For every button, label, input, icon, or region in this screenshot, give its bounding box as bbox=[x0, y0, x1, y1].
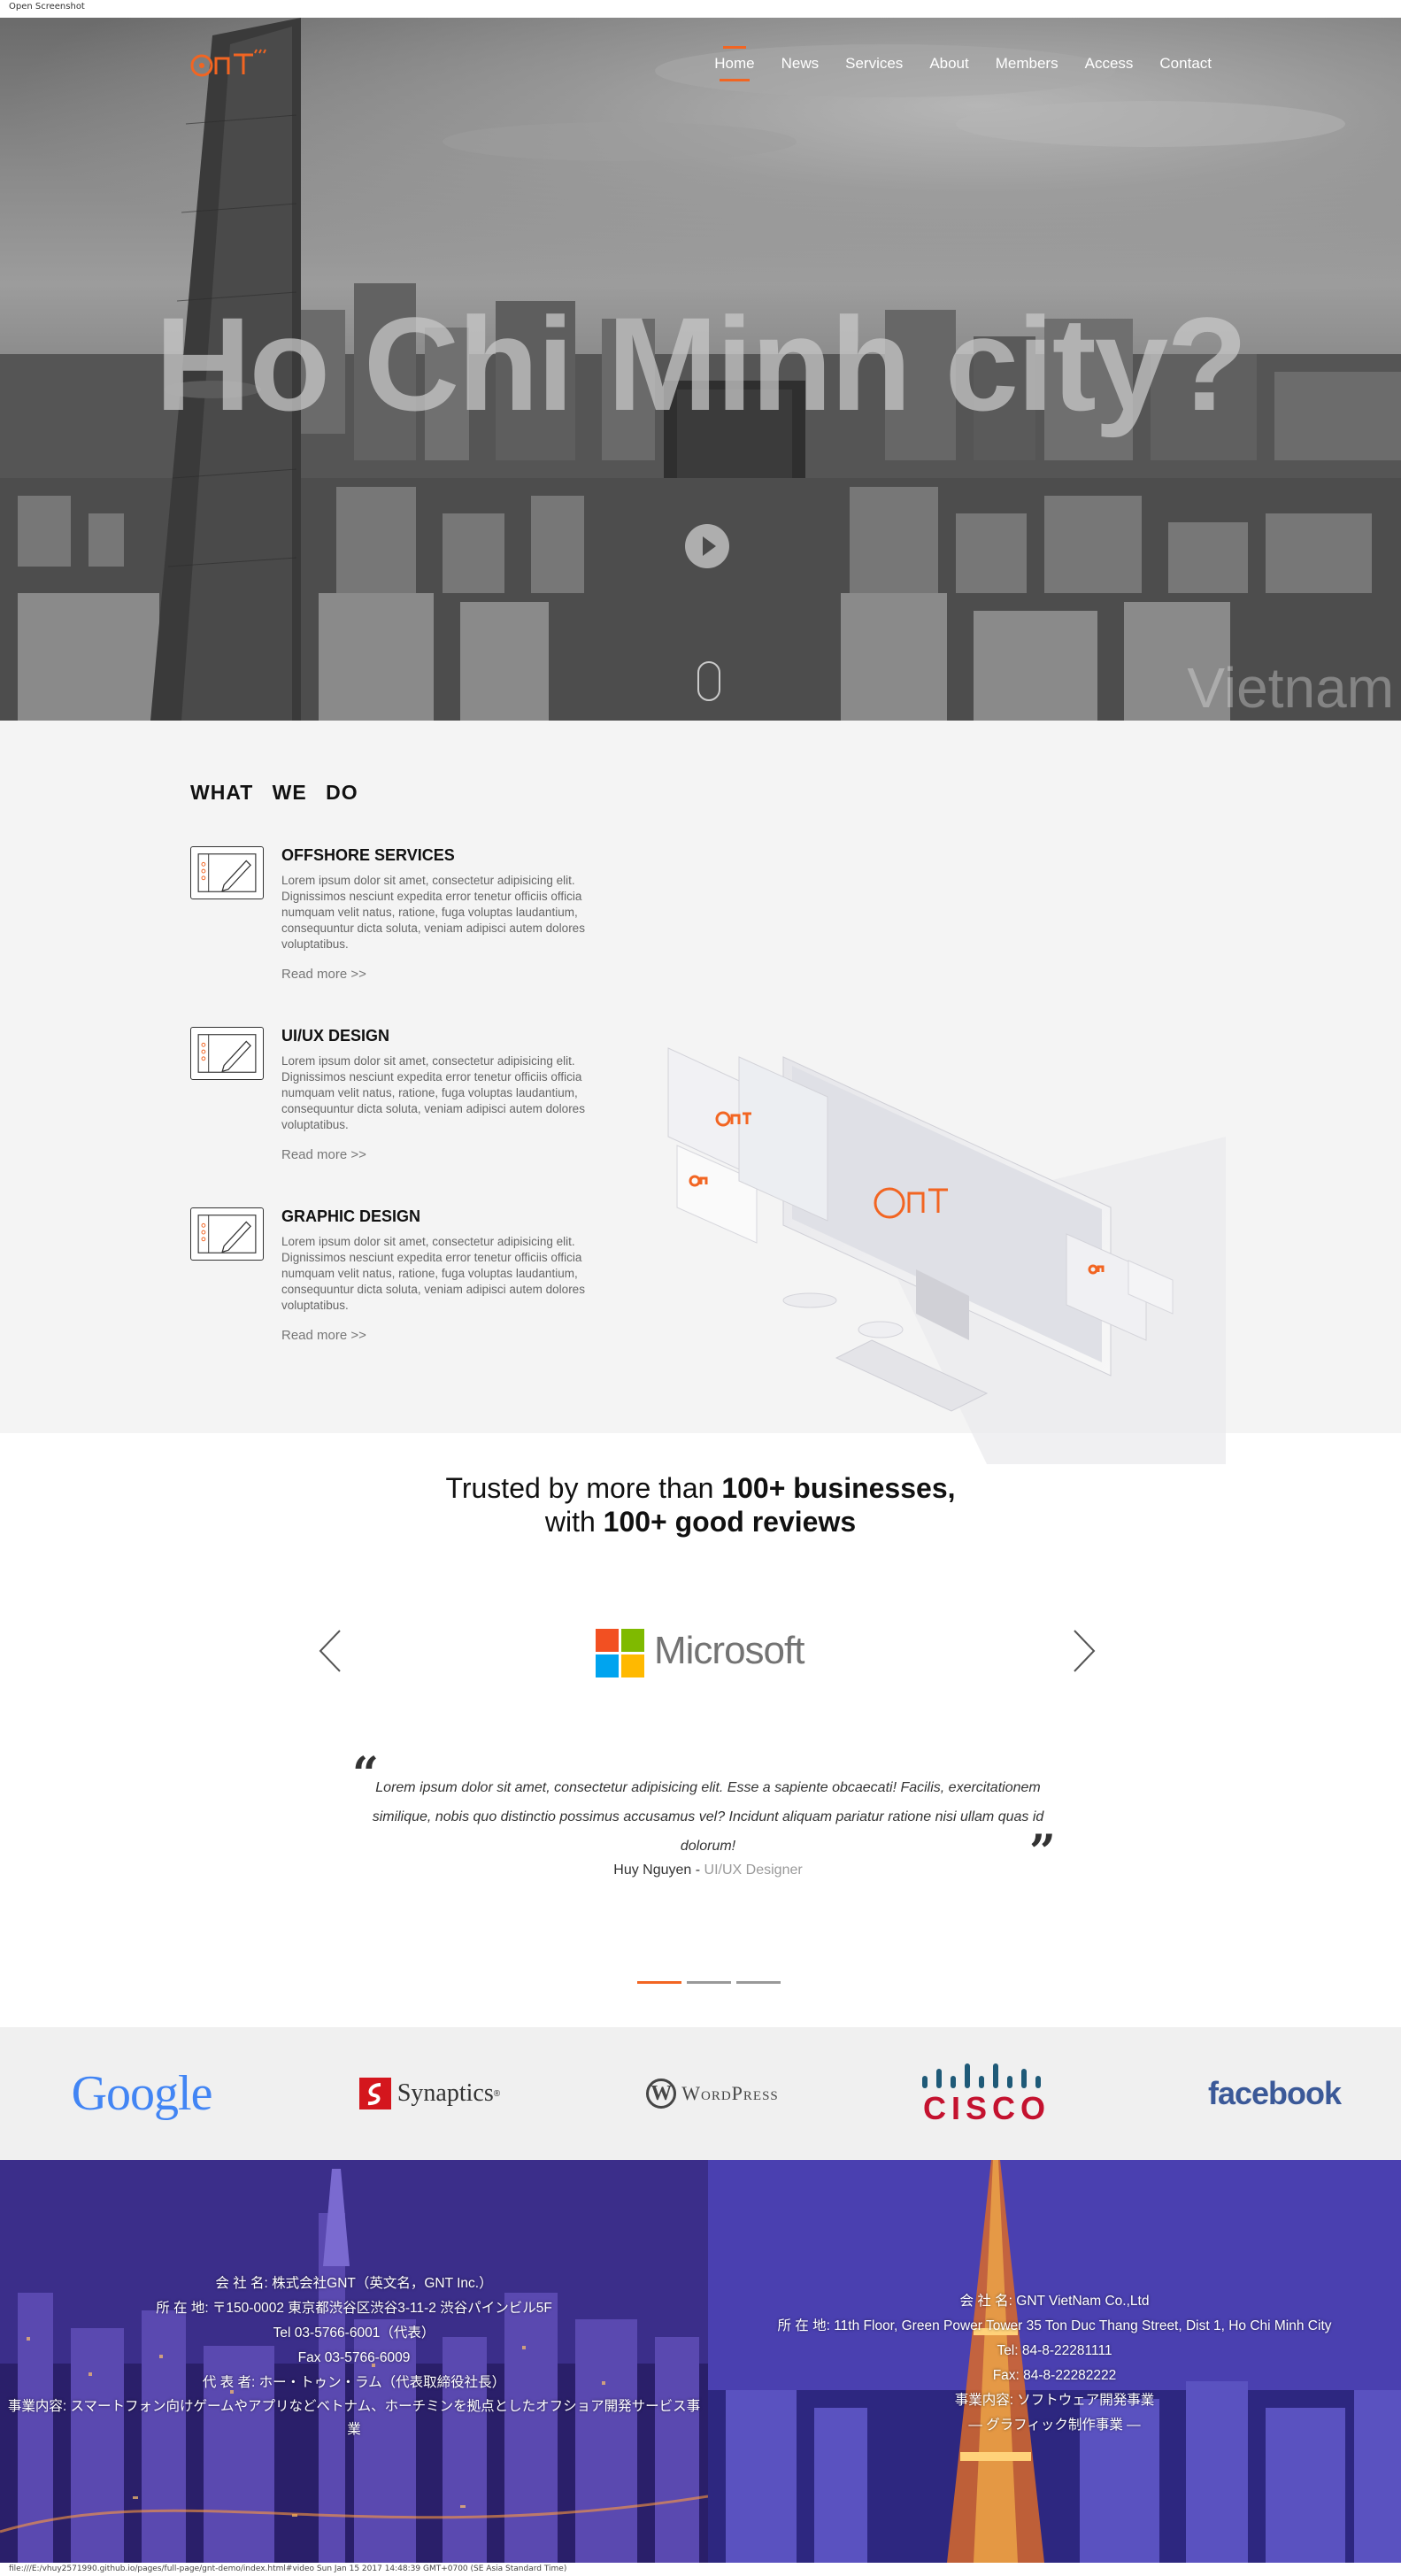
jp-business: 事業内容: スマートフォン向けゲームやアプリなどベトナム、ホーチミンを拠点とした… bbox=[7, 2399, 701, 2437]
gnt-logo[interactable] bbox=[189, 46, 296, 81]
testimonial-author: Huy Nguyen - UI/UX Designer bbox=[0, 1863, 1401, 1878]
microsoft-logo-icon bbox=[596, 1629, 644, 1677]
facebook-logo: facebook bbox=[1207, 2075, 1342, 2111]
window-title: Open Screenshot bbox=[9, 2, 85, 12]
play-video-button[interactable] bbox=[685, 524, 729, 568]
nav-services[interactable]: Services bbox=[845, 55, 903, 73]
author-separator: - bbox=[691, 1863, 704, 1878]
client-logo-microsoft: Microsoft bbox=[596, 1627, 826, 1680]
registered-mark: ® bbox=[493, 2088, 501, 2099]
service-title: GRAPHIC DESIGN bbox=[281, 1207, 421, 1225]
carousel-dot-2[interactable] bbox=[687, 1981, 731, 1984]
partner-google[interactable]: Google bbox=[53, 2027, 230, 2160]
pen-tablet-icon bbox=[190, 1207, 264, 1261]
partner-facebook[interactable]: facebook bbox=[1186, 2027, 1363, 2160]
synaptics-mark-icon bbox=[358, 2078, 391, 2109]
prev-arrow-icon[interactable] bbox=[317, 1629, 343, 1673]
nav-home[interactable]: Home bbox=[714, 46, 755, 81]
main-nav: Home News Services About Members Access … bbox=[688, 46, 1212, 81]
client-name: Microsoft bbox=[654, 1629, 804, 1672]
cisco-logo: CISCO bbox=[922, 2090, 1051, 2126]
service-title: UI/UX DESIGN bbox=[281, 1027, 390, 1045]
author-name: Huy Nguyen bbox=[613, 1863, 692, 1878]
read-more-link[interactable]: Read more >> bbox=[281, 1328, 366, 1343]
what-we-do-section: WHAT WE DO OFFSHORE SERVICES Lorem ipsum… bbox=[0, 721, 1401, 1464]
service-description: Lorem ipsum dolor sit amet, consectetur … bbox=[281, 1054, 585, 1131]
partner-cisco[interactable]: CISCO bbox=[898, 2027, 1075, 2160]
window-titlebar: Open Screenshot bbox=[0, 0, 1401, 18]
nav-members[interactable]: Members bbox=[996, 55, 1058, 73]
screenshot-status-bar: file:///E:/vhuy2571990.github.io/pages/f… bbox=[0, 2563, 1401, 2576]
partner-wordpress[interactable]: W WordPress bbox=[624, 2027, 801, 2160]
wordpress-logo: WordPress bbox=[681, 2082, 779, 2104]
cisco-bridge-icon bbox=[922, 2063, 1041, 2088]
pen-tablet-icon bbox=[190, 1027, 264, 1080]
vn-business: 事業内容: ソフトウェア開発事業 bbox=[954, 2393, 1155, 2408]
hero-subtitle: Vietnam bbox=[1187, 656, 1394, 720]
vn-business-2: — グラフィック制作事業 — bbox=[968, 2418, 1141, 2433]
read-more-link[interactable]: Read more >> bbox=[281, 1147, 366, 1162]
vn-fax: Fax: 84-8-22282222 bbox=[992, 2368, 1117, 2383]
hero-title: Ho Chi Minh city? bbox=[155, 289, 1248, 438]
nav-contact[interactable]: Contact bbox=[1159, 55, 1212, 73]
service-description: Lorem ipsum dolor sit amet, consectetur … bbox=[281, 874, 585, 951]
synaptics-logo: Synaptics bbox=[396, 2079, 494, 2107]
trusted-businesses: 100+ businesses, bbox=[721, 1472, 956, 1504]
vn-company-name: 会 社 名: GNT VietNam Co.,Ltd bbox=[959, 2294, 1150, 2309]
footer: 会 社 名: 株式会社GNT（英文名，GNT Inc.） 所 在 地: 〒150… bbox=[0, 2160, 1401, 2563]
jp-address: 所 在 地: 〒150-0002 東京都渋谷区渋谷3-11-2 渋谷パインビル5… bbox=[156, 2301, 552, 2316]
vn-address: 所 在 地: 11th Floor, Green Power Tower 35 … bbox=[777, 2318, 1332, 2333]
carousel-pagination bbox=[637, 1981, 781, 1984]
carousel-dot-1[interactable] bbox=[637, 1981, 681, 1984]
vn-tel: Tel: 84-8-22281111 bbox=[997, 2343, 1112, 2358]
partner-synaptics[interactable]: Synaptics ® bbox=[341, 2027, 518, 2160]
nav-access[interactable]: Access bbox=[1085, 55, 1134, 73]
trusted-heading: Trusted by more than 100+ businesses, wi… bbox=[0, 1471, 1401, 1539]
footer-japan: 会 社 名: 株式会社GNT（英文名，GNT Inc.） 所 在 地: 〒150… bbox=[0, 2160, 708, 2563]
jp-company-name: 会 社 名: 株式会社GNT（英文名，GNT Inc.） bbox=[215, 2276, 493, 2291]
service-title: OFFSHORE SERVICES bbox=[281, 846, 455, 864]
jp-fax: Fax 03-5766-6009 bbox=[297, 2350, 411, 2365]
author-role: UI/UX Designer bbox=[704, 1863, 803, 1878]
status-text: file:///E:/vhuy2571990.github.io/pages/f… bbox=[9, 2564, 567, 2573]
wordpress-logo-icon: W bbox=[646, 2079, 677, 2109]
read-more-link[interactable]: Read more >> bbox=[281, 967, 366, 982]
next-arrow-icon[interactable] bbox=[1071, 1629, 1097, 1673]
nav-about[interactable]: About bbox=[929, 55, 968, 73]
jp-representative: 代 表 者: ホー・トゥン・ラム（代表取締役社長） bbox=[202, 2375, 506, 2390]
testimonial-quote: Lorem ipsum dolor sit amet, consectetur … bbox=[372, 1780, 1044, 1854]
footer-vietnam-info: 会 社 名: GNT VietNam Co.,Ltd 所 在 地: 11th F… bbox=[708, 2289, 1401, 2438]
isometric-devices-illustration bbox=[667, 1047, 1226, 1464]
pen-tablet-icon bbox=[190, 846, 264, 899]
section-heading: WHAT WE DO bbox=[190, 781, 358, 804]
jp-tel: Tel 03-5766-6001（代表） bbox=[273, 2325, 435, 2341]
scroll-indicator-icon[interactable] bbox=[697, 661, 720, 701]
carousel-dot-3[interactable] bbox=[736, 1981, 781, 1984]
nav-news[interactable]: News bbox=[781, 55, 820, 73]
trusted-reviews: 100+ good reviews bbox=[603, 1506, 857, 1538]
service-description: Lorem ipsum dolor sit amet, consectetur … bbox=[281, 1235, 585, 1312]
trusted-text-2: with bbox=[544, 1506, 604, 1538]
footer-japan-info: 会 社 名: 株式会社GNT（英文名，GNT Inc.） 所 在 地: 〒150… bbox=[0, 2271, 708, 2441]
footer-vietnam: 会 社 名: GNT VietNam Co.,Ltd 所 在 地: 11th F… bbox=[708, 2160, 1401, 2563]
trusted-text-1: Trusted by more than bbox=[445, 1472, 722, 1504]
hero-section: Home News Services About Members Access … bbox=[0, 18, 1401, 721]
partners-strip: Google Synaptics ® W WordPress CISCO face… bbox=[0, 2027, 1401, 2160]
google-logo: Google bbox=[71, 2066, 213, 2121]
